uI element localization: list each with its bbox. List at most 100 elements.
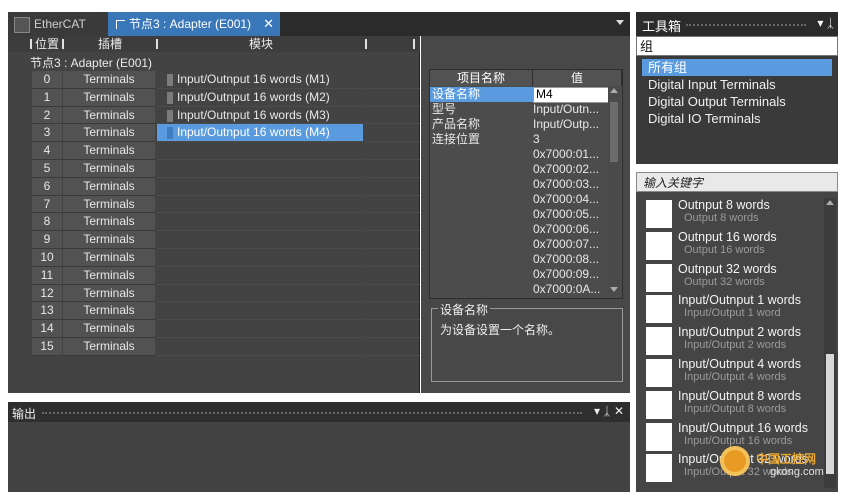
table-row[interactable]: 3 Terminals Input/Outnput 16 words (M4): [8, 124, 420, 143]
list-item[interactable]: Outnput 16 words Output 16 words: [646, 230, 822, 260]
property-row[interactable]: 型号 Input/Outn...: [430, 102, 622, 117]
cell-position: 15: [32, 338, 62, 356]
scroll-up-icon[interactable]: [826, 200, 834, 205]
cell-module[interactable]: Input/Outnput 16 words (M4): [157, 124, 363, 143]
cell-module[interactable]: [157, 302, 363, 321]
module-thumbnail: [646, 390, 672, 419]
grip-dots[interactable]: [686, 24, 806, 26]
cell-module[interactable]: [157, 160, 363, 178]
table-row[interactable]: 10 Terminals: [8, 249, 420, 267]
grip-dots[interactable]: [42, 412, 582, 414]
table-row[interactable]: 6 Terminals: [8, 177, 420, 196]
cell-empty: [365, 249, 420, 267]
list-item[interactable]: Input/Outnput 8 words Input/Output 8 word…: [646, 389, 822, 419]
pin-icon[interactable]: ᛣ: [827, 16, 834, 30]
chevron-down-icon[interactable]: ▾: [594, 404, 600, 418]
table-row[interactable]: 9 Terminals: [8, 231, 420, 249]
property-row[interactable]: 产品名称 Input/Outp...: [430, 117, 622, 132]
output-controls: ▾ ᛣ ✕: [594, 404, 624, 418]
cell-module[interactable]: [157, 249, 363, 267]
group-item[interactable]: Digital Output Terminals: [642, 93, 832, 110]
table-row[interactable]: 4 Terminals: [8, 142, 420, 160]
device-name-field[interactable]: M4: [533, 87, 609, 103]
property-row[interactable]: 0x7000:0A...: [430, 282, 622, 297]
cell-module[interactable]: Input/Outnput 16 words (M3): [157, 107, 363, 125]
property-row[interactable]: 0x7000:04...: [430, 192, 622, 207]
list-item[interactable]: Outnput 8 words Output 8 words: [646, 198, 822, 228]
table-row[interactable]: 15 Terminals: [8, 338, 420, 356]
column-separator[interactable]: [413, 39, 415, 49]
list-item[interactable]: Input/Outnput 1 words Input/Output 1 word: [646, 293, 822, 324]
cell-module[interactable]: [157, 142, 363, 160]
property-header-name[interactable]: 项目名称: [430, 70, 533, 86]
module-thumbnail: [646, 454, 672, 483]
cell-module[interactable]: Input/Outnput 16 words (M1): [157, 71, 363, 89]
cell-module[interactable]: Input/Outnput 16 words (M2): [157, 89, 363, 107]
cell-position: 4: [32, 142, 62, 160]
chevron-down-icon[interactable]: ▾: [817, 16, 823, 30]
cell-module[interactable]: [157, 285, 363, 303]
property-row[interactable]: 连接位置 3: [430, 132, 622, 147]
property-row[interactable]: 0x7000:07...: [430, 237, 622, 252]
cell-module[interactable]: [157, 213, 363, 232]
group-item[interactable]: Digital IO Terminals: [642, 110, 832, 127]
item-name: Input/Outnput 8 words: [678, 388, 801, 403]
node-icon: [116, 20, 125, 30]
cell-slot: Terminals: [63, 160, 155, 178]
table-row[interactable]: 2 Terminals Input/Outnput 16 words (M3): [8, 106, 420, 125]
cell-module[interactable]: [157, 338, 363, 356]
property-row[interactable]: 设备名称 M4: [430, 87, 622, 103]
table-row[interactable]: 7 Terminals: [8, 195, 420, 214]
scroll-thumb[interactable]: [610, 102, 618, 162]
module-thumbnail: [646, 263, 672, 292]
cell-position: 10: [32, 249, 62, 267]
table-row[interactable]: 11 Terminals: [8, 266, 420, 285]
cell-module[interactable]: [157, 231, 363, 249]
group-item[interactable]: Digital Input Terminals: [642, 76, 832, 93]
table-row[interactable]: 12 Terminals: [8, 284, 420, 303]
item-name: Input/Outnput 4 words: [678, 357, 801, 371]
property-row[interactable]: 0x7000:08...: [430, 252, 622, 267]
property-row[interactable]: 0x7000:06...: [430, 222, 622, 237]
close-icon[interactable]: ✕: [263, 12, 274, 36]
property-row[interactable]: 0x7000:05...: [430, 207, 622, 222]
property-key: [432, 192, 532, 207]
column-separator[interactable]: [365, 39, 367, 49]
tab-ethercat[interactable]: EtherCAT: [8, 12, 108, 36]
pin-icon[interactable]: ᛣ: [603, 404, 610, 418]
column-header-module[interactable]: 模块: [158, 36, 364, 52]
table-row[interactable]: 5 Terminals: [8, 160, 420, 178]
scroll-up-icon[interactable]: [610, 88, 618, 93]
property-scrollbar[interactable]: [608, 86, 620, 294]
scroll-down-icon[interactable]: [610, 287, 618, 292]
cell-module[interactable]: [157, 267, 363, 285]
module-thumbnail: [646, 359, 672, 387]
cell-module[interactable]: [157, 320, 363, 338]
keyword-search-input[interactable]: 输入关键字: [636, 172, 838, 192]
property-key: [432, 147, 532, 162]
cell-empty: [365, 213, 420, 232]
table-row[interactable]: 0 Terminals Input/Outnput 16 words (M1): [8, 71, 420, 89]
cell-module[interactable]: [157, 178, 363, 196]
property-row[interactable]: 0x7000:03...: [430, 177, 622, 192]
property-row[interactable]: 0x7000:02...: [430, 162, 622, 177]
table-row[interactable]: 14 Terminals: [8, 320, 420, 338]
cell-module[interactable]: [157, 196, 363, 214]
module-thumbnail: [646, 200, 672, 228]
property-header-value[interactable]: 值: [533, 70, 622, 86]
table-row[interactable]: 1 Terminals Input/Outnput 16 words (M2): [8, 88, 420, 107]
column-header-position[interactable]: 位置: [32, 36, 62, 52]
tab-node3-adapter[interactable]: 节点3 : Adapter (E001) ✕: [108, 12, 280, 36]
list-item[interactable]: Outnput 32 words Output 32 words: [646, 262, 822, 292]
column-header-slot[interactable]: 插槽: [64, 36, 156, 52]
chevron-down-icon[interactable]: [616, 20, 624, 25]
list-item[interactable]: Input/Outnput 4 words Input/Output 4 word…: [646, 357, 822, 387]
group-item[interactable]: 所有组: [642, 59, 832, 76]
property-row[interactable]: 0x7000:01...: [430, 147, 622, 162]
cell-empty: [365, 160, 420, 178]
property-row[interactable]: 0x7000:09...: [430, 267, 622, 282]
close-icon[interactable]: ✕: [614, 404, 624, 418]
table-row[interactable]: 13 Terminals: [8, 302, 420, 321]
list-item[interactable]: Input/Outnput 2 words Input/Output 2 word…: [646, 325, 822, 356]
table-row[interactable]: 8 Terminals: [8, 213, 420, 232]
